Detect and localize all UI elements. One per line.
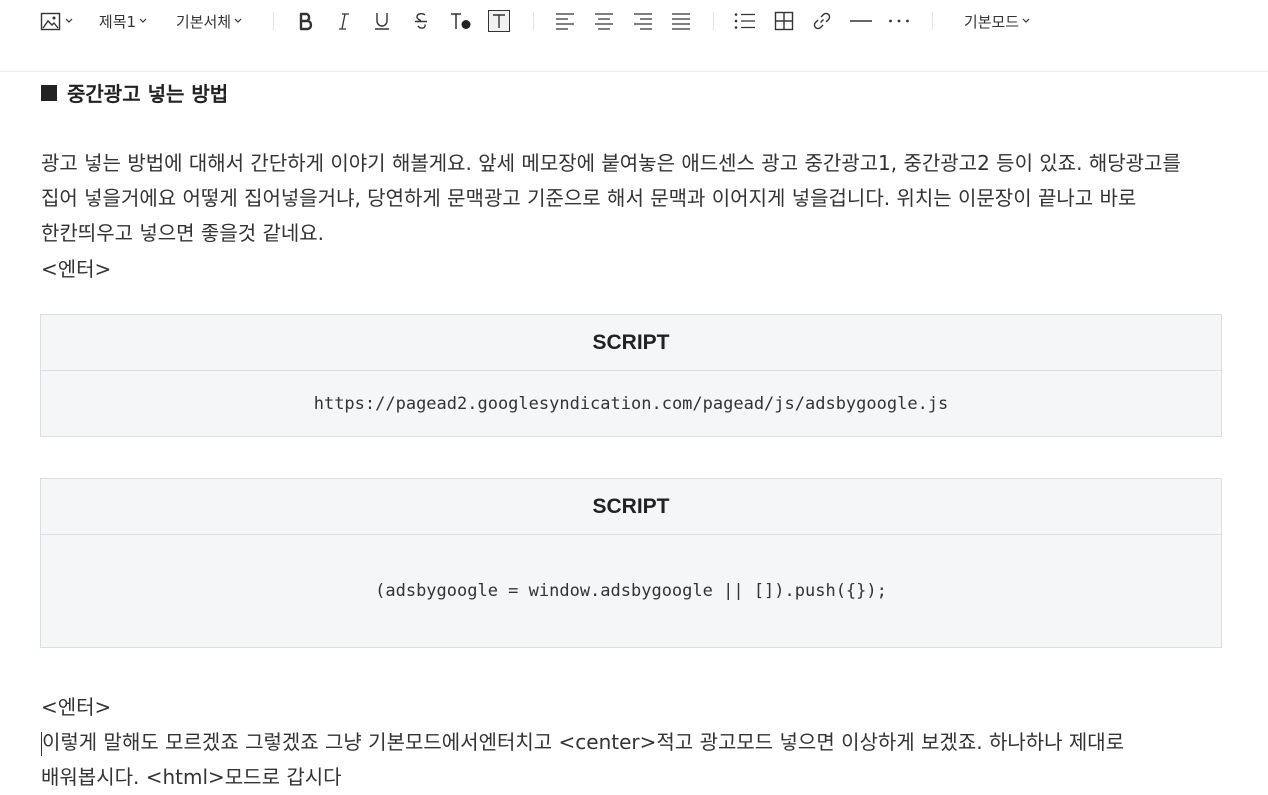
more-icon bbox=[889, 19, 909, 23]
align-center-button[interactable] bbox=[590, 0, 618, 42]
align-justify-button[interactable] bbox=[667, 0, 695, 42]
text-background-button[interactable] bbox=[485, 0, 513, 42]
text-color-icon bbox=[451, 13, 471, 29]
link-icon bbox=[813, 12, 831, 30]
underline-icon bbox=[375, 13, 389, 30]
horizontal-rule-button[interactable] bbox=[847, 0, 875, 42]
section-heading-text: 중간광고 넣는 방법 bbox=[67, 82, 229, 106]
paragraph-explanation-text: 이렇게 말해도 모르겠죠 그렇겠죠 그냥 기본모드에서엔터치고 <center>… bbox=[41, 730, 1131, 789]
editor-content[interactable]: 중간광고 넣는 방법 광고 넣는 방법에 대해서 간단하게 이야기 해볼게요. … bbox=[0, 72, 1268, 789]
strikethrough-button[interactable] bbox=[407, 0, 435, 42]
code-block-script-src[interactable]: SCRIPT https://pagead2.googlesyndication… bbox=[40, 314, 1222, 437]
chevron-down-icon bbox=[139, 18, 147, 23]
toolbar-divider bbox=[713, 12, 714, 30]
text-background-icon bbox=[488, 10, 510, 32]
editor-mode-dropdown[interactable]: 기본모드 bbox=[953, 0, 1041, 42]
align-center-icon bbox=[595, 13, 613, 30]
enter-tag-text: <엔터> bbox=[41, 257, 112, 281]
bullet-list-icon bbox=[734, 13, 755, 29]
bold-button[interactable] bbox=[292, 0, 320, 42]
chevron-down-icon bbox=[1022, 18, 1030, 23]
align-right-icon bbox=[634, 13, 652, 30]
code-block-code: (adsbygoogle = window.adsbygoogle || [])… bbox=[375, 581, 887, 601]
editor-toolbar: 제목1 기본서체 기본모드 bbox=[0, 0, 1268, 72]
strikethrough-icon bbox=[415, 12, 427, 29]
editor-mode-label: 기본모드 bbox=[963, 12, 1020, 31]
font-dropdown[interactable]: 기본서체 bbox=[166, 0, 252, 42]
heading-dropdown-label: 제목1 bbox=[98, 12, 137, 31]
italic-button[interactable] bbox=[330, 0, 358, 42]
code-block-script-push[interactable]: SCRIPT (adsbygoogle = window.adsbygoogle… bbox=[40, 478, 1222, 648]
code-block-code: https://pagead2.googlesyndication.com/pa… bbox=[313, 393, 949, 414]
code-block-header: SCRIPT bbox=[41, 479, 1221, 535]
italic-icon bbox=[339, 13, 349, 30]
link-button[interactable] bbox=[808, 0, 836, 42]
section-heading: 중간광고 넣는 방법 bbox=[41, 78, 228, 107]
table-icon bbox=[774, 11, 794, 31]
more-button[interactable] bbox=[885, 0, 913, 42]
toolbar-divider bbox=[932, 12, 933, 30]
align-left-icon bbox=[556, 13, 574, 30]
paragraph-intro: 광고 넣는 방법에 대해서 간단하게 이야기 해볼게요. 앞세 메모장에 붙여놓… bbox=[41, 151, 1188, 245]
align-left-button[interactable] bbox=[551, 0, 579, 42]
underline-button[interactable] bbox=[368, 0, 396, 42]
chevron-down-icon bbox=[65, 18, 72, 23]
heading-dropdown[interactable]: 제목1 bbox=[92, 0, 154, 42]
align-justify-icon bbox=[672, 13, 690, 30]
horizontal-rule-icon bbox=[850, 20, 872, 22]
paragraph-explanation: 이렇게 말해도 모르겠죠 그렇겠죠 그냥 기본모드에서엔터치고 <center>… bbox=[41, 725, 1211, 795]
align-right-button[interactable] bbox=[629, 0, 657, 42]
toolbar-divider bbox=[533, 12, 534, 30]
chevron-down-icon bbox=[234, 18, 242, 23]
font-dropdown-label: 기본서체 bbox=[175, 12, 232, 31]
enter-tag-text: <엔터> bbox=[41, 695, 112, 719]
square-bullet-icon bbox=[41, 84, 57, 101]
bold-icon bbox=[299, 12, 313, 31]
code-block-header: SCRIPT bbox=[41, 315, 1221, 371]
table-button[interactable] bbox=[770, 0, 798, 42]
text-color-button[interactable] bbox=[446, 0, 476, 42]
bullet-list-button[interactable] bbox=[731, 0, 759, 42]
insert-image-button[interactable] bbox=[36, 0, 76, 42]
toolbar-divider bbox=[273, 12, 274, 30]
image-icon bbox=[40, 12, 60, 31]
